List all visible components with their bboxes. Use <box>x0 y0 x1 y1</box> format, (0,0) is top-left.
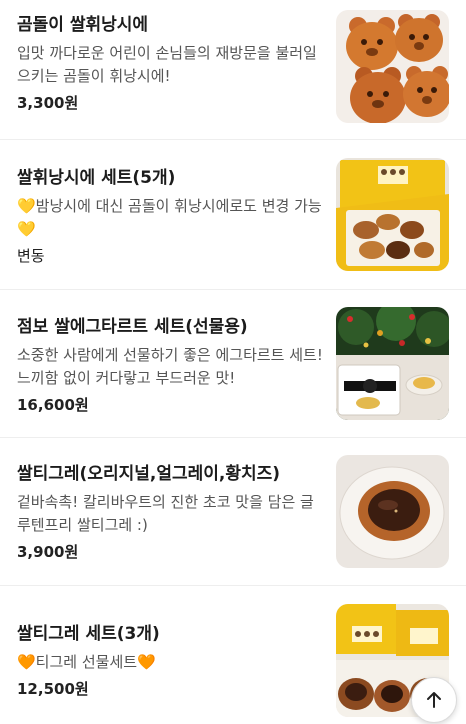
menu-item-text: 쌀휘낭시에 세트(5개) 💛밤낭시에 대신 곰돌이 휘낭시에로도 변경 가능💛 … <box>17 166 327 267</box>
menu-item-price: 변동 <box>17 247 45 265</box>
menu-item-price: 16,600원 <box>17 396 89 414</box>
menu-item-price: 3,900원 <box>17 543 79 561</box>
menu-item-description: 겉바속촉! 칼리바우트의 진한 초코 맛을 담은 글루텐프리 쌀티그레 :) <box>17 493 314 534</box>
menu-item-description: 소중한 사람에게 선물하기 좋은 에그타르트 세트! 느끼함 없이 커다랗고 부… <box>17 346 323 387</box>
menu-item-name: 점보 쌀에그타르트 세트(선물용) <box>17 317 248 337</box>
menu-item-name: 쌀휘낭시에 세트(5개) <box>17 168 176 188</box>
menu-item-description: 💛밤낭시에 대신 곰돌이 휘낭시에로도 변경 가능💛 <box>17 197 322 238</box>
menu-item-tigre[interactable]: 쌀티그레(오리지널,얼그레이,황치즈) 겉바속촉! 칼리바우트의 진한 초코 맛… <box>0 438 466 586</box>
menu-item-description: 입맛 까다로운 어린이 손님들의 재방문을 불러일으키는 곰돌이 휘낭시에! <box>17 44 317 85</box>
menu-item-tigre-set[interactable]: 쌀티그레 세트(3개) 🧡티그레 선물세트🧡 12,500원 <box>0 586 466 724</box>
menu-item-photo[interactable] <box>336 158 449 271</box>
menu-item-financier-set[interactable]: 쌀휘낭시에 세트(5개) 💛밤낭시에 대신 곰돌이 휘낭시에로도 변경 가능💛 … <box>0 140 466 290</box>
arrow-up-icon <box>427 692 441 708</box>
menu-item-description: 🧡티그레 선물세트🧡 <box>17 653 156 671</box>
menu-item-name: 쌀티그레 세트(3개) <box>17 624 160 644</box>
menu-item-bear-financier[interactable]: 곰돌이 쌀휘낭시에 입맛 까다로운 어린이 손님들의 재방문을 불러일으키는 곰… <box>0 0 466 140</box>
menu-item-photo[interactable] <box>336 307 449 420</box>
menu-item-text: 점보 쌀에그타르트 세트(선물용) 소중한 사람에게 선물하기 좋은 에그타르트… <box>17 315 327 416</box>
scroll-to-top-button[interactable] <box>411 677 457 723</box>
menu-item-text: 쌀티그레 세트(3개) 🧡티그레 선물세트🧡 12,500원 <box>17 622 327 700</box>
menu-item-name: 곰돌이 쌀휘낭시에 <box>17 15 149 35</box>
menu-item-photo[interactable] <box>336 10 449 123</box>
menu-item-text: 쌀티그레(오리지널,얼그레이,황치즈) 겉바속촉! 칼리바우트의 진한 초코 맛… <box>17 462 327 563</box>
menu-item-text: 곰돌이 쌀휘낭시에 입맛 까다로운 어린이 손님들의 재방문을 불러일으키는 곰… <box>17 13 327 114</box>
menu-item-photo[interactable] <box>336 455 449 568</box>
menu-item-name: 쌀티그레(오리지널,얼그레이,황치즈) <box>17 464 281 484</box>
menu-item-egg-tart-set[interactable]: 점보 쌀에그타르트 세트(선물용) 소중한 사람에게 선물하기 좋은 에그타르트… <box>0 290 466 438</box>
menu-item-price: 12,500원 <box>17 680 89 698</box>
menu-item-price: 3,300원 <box>17 94 79 112</box>
